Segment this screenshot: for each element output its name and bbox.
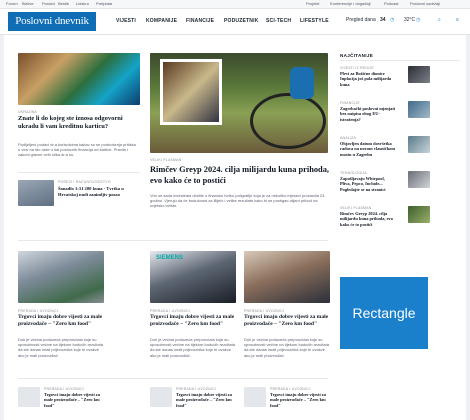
site-logo[interactable]: Poslovni dnevnik (8, 12, 96, 31)
nav-item-sci-tech[interactable]: SCI-TECH (266, 18, 291, 24)
sidebar-item-headline[interactable]: Plevi za Božićne dionice Inplacija još p… (340, 71, 396, 87)
overview-count: 34 (380, 17, 386, 23)
bottom-headline[interactable]: Trgovci imaju dobre vijesti za male proi… (44, 392, 104, 408)
nav-item-vijesti[interactable]: VIJESTI (116, 18, 136, 24)
main-navigation: Poslovni dnevnik VIJESTI KOMPANIJE FINAN… (0, 9, 470, 35)
sidebar-item-label: ANALIZA (340, 136, 356, 140)
sidebar-thumbnail[interactable] (408, 206, 430, 223)
weather-value: 32°C (404, 17, 416, 23)
divider (18, 240, 328, 241)
sidebar-thumbnail[interactable] (408, 66, 430, 83)
hero-bike-image[interactable] (150, 53, 328, 153)
search-icon[interactable]: ⌕ (438, 17, 441, 23)
sidebar-thumbnail[interactable] (408, 171, 430, 188)
divider (18, 172, 140, 173)
top-link-podcast[interactable]: Podcast (384, 1, 398, 6)
sidebar-item-headline[interactable]: Objavljen datum dovršetka radova na novo… (340, 141, 396, 157)
bike-wheel (250, 93, 326, 149)
card-label: PRERADA I UVOZNICI (244, 309, 284, 313)
clock-icon: ◷ (390, 17, 395, 23)
article-label: UKRAJINA (18, 110, 37, 114)
rider-jacket (290, 67, 314, 99)
credit-cards-image[interactable] (18, 53, 140, 105)
sidebar-item-headline[interactable]: Zapošljavaju Whirpool, Pliva, Pepco, Inc… (340, 176, 396, 192)
nav-item-poduzetnik[interactable]: PODUZETNIK (224, 18, 259, 24)
bottom-label: PRERADA I UVOZNICI (44, 387, 84, 391)
sidebar-item-label: VIJESTI IZ REGIJE (340, 66, 374, 70)
article-label: POREZI I RAČUNOVODSTVO (58, 180, 111, 184)
top-utility-bar: Forum Bizlive Poslovi Bestie Lidskur Pre… (0, 0, 470, 9)
card-label: PRERADA I UVOZNICI (18, 309, 58, 313)
article-headline[interactable]: Šanadlo 1:31 200 kuna - Tvrtka u Hrvatsk… (58, 186, 140, 197)
top-link-forum[interactable]: Forum (6, 1, 18, 6)
sidebar-item-label: VELIKI PLASMAN (340, 206, 372, 210)
sidebar-item-headline[interactable]: Zagrebački poslovni mjenjati bez natpisa… (340, 106, 396, 122)
divider (18, 378, 328, 379)
card-label: PRERADA I UVOZNICI (150, 309, 190, 313)
top-link-lidskur[interactable]: Lidskur (76, 1, 89, 6)
bottom-thumbnail[interactable] (244, 387, 266, 407)
bottom-label: PRERADA I UVOZNICI (176, 387, 216, 391)
top-link-bestie[interactable]: Bestie (58, 1, 69, 6)
article-headline[interactable]: Znate li do kojeg ste iznosa odgovorni u… (18, 115, 140, 131)
card-image-siemens[interactable]: SIEMENS (150, 251, 236, 303)
sidebar-title: NAJČITANIJE (340, 53, 374, 58)
inset-portrait-image (160, 59, 222, 125)
bottom-thumbnail[interactable] (18, 387, 40, 407)
hero-headline[interactable]: Rimčev Greyp 2024. cilja milijardu kuna … (150, 165, 330, 186)
card-image-portrait[interactable] (244, 251, 330, 303)
bottom-thumbnail[interactable] (150, 387, 172, 407)
article-excerpt: Podijeljeni podaci dr.a korisnicima kaka… (18, 142, 136, 158)
top-link-konferencije[interactable]: Konferencije i događaji (330, 1, 370, 6)
weather-icon: ◷ (416, 17, 421, 23)
nav-item-kompanije[interactable]: KOMPANIJE (146, 18, 177, 24)
page-content: UKRAJINA Znate li do kojeg ste iznosa od… (4, 35, 466, 420)
nav-item-lifestyle[interactable]: LIFESTYLE (300, 18, 329, 24)
card-image-supermarket[interactable] (18, 251, 104, 303)
bottom-label: PRERADA I UVOZNICI (270, 387, 310, 391)
hero-label: VELIKI PLASMAN (150, 158, 182, 162)
bottom-headline[interactable]: Trgovci imaju dobre vijesti za male proi… (270, 392, 330, 408)
sidebar-thumbnail[interactable] (408, 101, 430, 118)
top-link-bizlive[interactable]: Bizlive (22, 1, 34, 6)
sidebar-item-label: TEHNOLOGIJA (340, 171, 367, 175)
sidebar-thumbnail[interactable] (408, 136, 430, 153)
sidebar-item-label: FINANCIJE (340, 101, 360, 105)
card-headline[interactable]: Trgovci imaju dobre vijesti za male proi… (244, 314, 332, 328)
card-headline[interactable]: Trgovci imaju dobre vijesti za male proi… (150, 314, 238, 328)
article-thumbnail[interactable] (18, 180, 54, 206)
card-excerpt: Dok je većina poduzeća preporučala koje … (244, 337, 329, 358)
rectangle-ad[interactable]: Rectangle (340, 277, 428, 349)
hero-excerpt: Vrlo se sada investirala ubidile u finan… (150, 193, 326, 209)
card-headline[interactable]: Trgovci imaju dobre vijesti za male proi… (18, 314, 106, 328)
nav-item-financije[interactable]: FINANCIJE (186, 18, 214, 24)
top-link-poslovni-sadrzaji[interactable]: Poslovni sadržaji (410, 1, 440, 6)
card-excerpt: Dok je većina poduzeća preporučala koje … (18, 337, 103, 358)
divider (340, 60, 460, 61)
card-excerpt: Dok je većina poduzeća preporučala koje … (150, 337, 235, 358)
siemens-logo: SIEMENS (156, 255, 184, 261)
sidebar-item-headline[interactable]: Rimčev Greyp 2024. cilja milijardu kuna … (340, 211, 396, 227)
menu-icon[interactable]: ≡ (456, 17, 459, 23)
bottom-headline[interactable]: Trgovci imaju dobre vijesti za male proi… (176, 392, 236, 408)
top-link-poslovi[interactable]: Poslovi (42, 1, 55, 6)
top-link-projekti[interactable]: Projekti (306, 1, 319, 6)
daily-overview-link[interactable]: Pregled dana (346, 17, 376, 23)
top-link-pretplata[interactable]: Pretplata (96, 1, 112, 6)
